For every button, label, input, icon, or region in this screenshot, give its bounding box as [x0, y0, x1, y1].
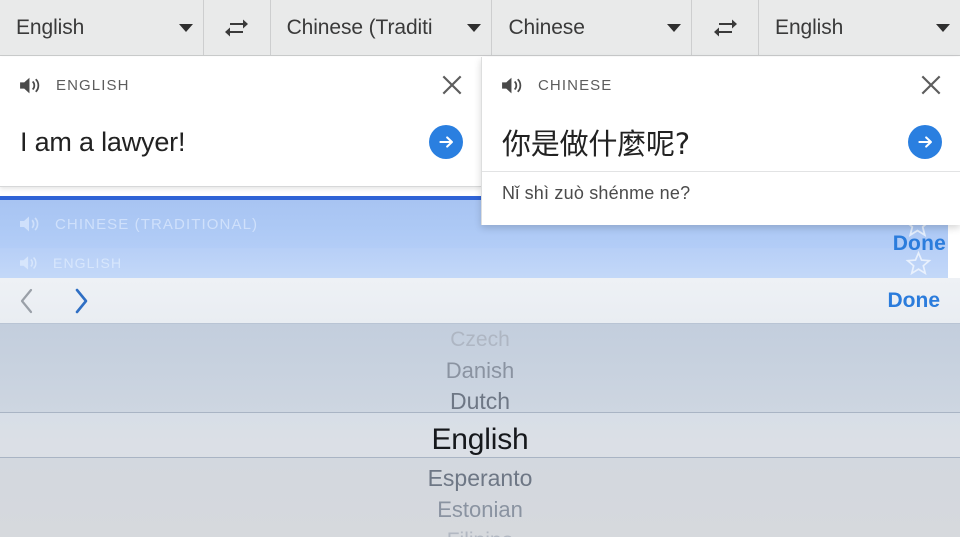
- speaker-icon[interactable]: [500, 75, 525, 96]
- source-card-header: ENGLISH: [0, 57, 481, 113]
- language-selector-bar: English Chinese (Traditi Chinese English: [0, 0, 960, 56]
- romanization-row: Nǐ shì zuò shénme ne?: [482, 171, 960, 223]
- picker-item[interactable]: Esperanto: [0, 463, 960, 494]
- chevron-down-icon: [178, 23, 193, 32]
- chevron-left-icon: [20, 288, 33, 313]
- next-field-button[interactable]: [54, 286, 108, 316]
- source-phrase-text[interactable]: I am a lawyer!: [20, 127, 429, 158]
- target-language-right-selector[interactable]: English: [759, 0, 960, 55]
- translation-card-language-label: CHINESE: [538, 76, 613, 94]
- speaker-icon: [20, 216, 39, 232]
- translate-app-screen: English Chinese (Traditi Chinese English…: [0, 0, 960, 537]
- picker-item[interactable]: Estonian: [0, 494, 960, 525]
- speaker-icon: [20, 256, 37, 270]
- language-picker-wheel[interactable]: Czech Danish Dutch English Esperanto Est…: [0, 324, 960, 537]
- source-language-left-selector[interactable]: English: [0, 0, 203, 55]
- translation-phrase-row: 你是做什麼呢?: [482, 113, 960, 171]
- source-language-left-label: English: [16, 15, 85, 39]
- band-done-button[interactable]: Done: [893, 232, 946, 256]
- chevron-down-icon: [467, 23, 482, 32]
- chevron-down-icon: [667, 23, 682, 32]
- speaker-icon[interactable]: [18, 75, 43, 96]
- source-submit-button[interactable]: [429, 125, 463, 159]
- translation-submit-button[interactable]: [908, 125, 942, 159]
- toolbar-done-button[interactable]: Done: [888, 289, 960, 313]
- chevron-right-icon: [75, 288, 88, 313]
- swap-languages-left-button[interactable]: [204, 0, 270, 55]
- swap-horizontal-icon: [225, 19, 249, 36]
- target-language-right-label: English: [775, 15, 844, 39]
- source-language-right-selector[interactable]: Chinese: [492, 0, 691, 55]
- romanization-text: Nǐ shì zuò shénme ne?: [502, 183, 691, 203]
- secondary-language-label: ENGLISH: [53, 255, 123, 271]
- picker-item[interactable]: Czech: [0, 324, 960, 355]
- source-phrase-row: I am a lawyer!: [0, 113, 481, 171]
- source-card-language-label: ENGLISH: [56, 76, 130, 94]
- target-language-left-selector[interactable]: Chinese (Traditi: [271, 0, 492, 55]
- source-language-right-label: Chinese: [508, 15, 585, 39]
- keyboard-accessory-toolbar: Done: [0, 278, 960, 324]
- secondary-language-band[interactable]: ENGLISH: [0, 248, 948, 278]
- previous-field-button[interactable]: [0, 286, 54, 316]
- source-phrase-card: ENGLISH I am a lawyer!: [0, 57, 481, 187]
- swap-horizontal-icon: [713, 19, 737, 36]
- swap-languages-right-button[interactable]: [692, 0, 758, 55]
- picker-item-list: Czech Danish Dutch English Esperanto Est…: [0, 324, 960, 537]
- arrow-right-circle-icon: [439, 136, 453, 148]
- close-icon[interactable]: [439, 72, 465, 98]
- translation-card-header: CHINESE: [482, 57, 960, 113]
- chevron-down-icon: [936, 23, 951, 32]
- translation-phrase-card: CHINESE 你是做什麼呢? Nǐ shì zuò shénme ne?: [481, 57, 960, 225]
- picker-item[interactable]: Danish: [0, 355, 960, 386]
- close-icon[interactable]: [918, 72, 944, 98]
- target-language-left-label: Chinese (Traditi: [286, 15, 433, 39]
- picker-item[interactable]: Dutch: [0, 386, 960, 417]
- arrow-right-circle-icon: [918, 136, 932, 148]
- picker-item-selected[interactable]: English: [0, 417, 960, 463]
- translation-phrase-text[interactable]: 你是做什麼呢?: [502, 121, 908, 163]
- picker-item[interactable]: Filipino: [0, 525, 960, 537]
